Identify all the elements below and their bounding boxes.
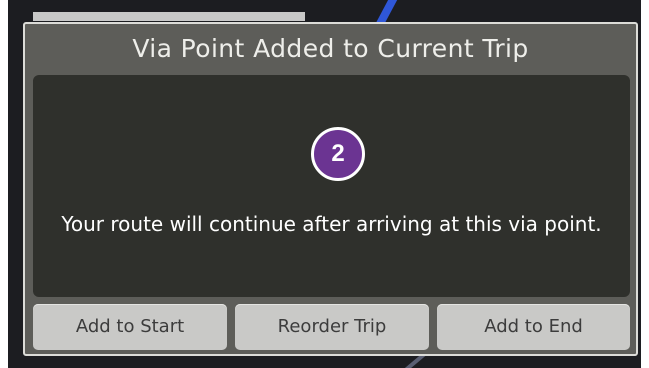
dialog-button-bar: Add to Start Reorder Trip Add to End <box>33 304 630 350</box>
reorder-trip-button[interactable]: Reorder Trip <box>235 304 429 350</box>
dialog-message: Your route will continue after arriving … <box>61 212 602 236</box>
add-to-start-button[interactable]: Add to Start <box>33 304 227 350</box>
step-number-badge: 2 <box>311 127 365 181</box>
map-road <box>33 12 305 21</box>
add-to-end-button[interactable]: Add to End <box>437 304 630 350</box>
dialog-content: 2 Your route will continue after arrivin… <box>33 75 630 297</box>
dialog-title: Via Point Added to Current Trip <box>132 34 529 63</box>
via-point-dialog: Via Point Added to Current Trip 2 Your r… <box>23 22 638 356</box>
